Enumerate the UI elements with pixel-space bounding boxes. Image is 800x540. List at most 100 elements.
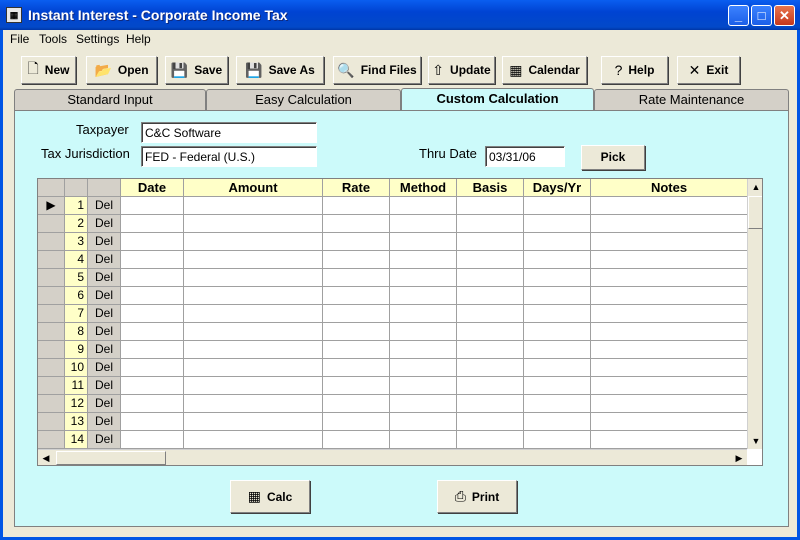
cell-date[interactable] [121, 323, 184, 341]
cell-notes[interactable] [591, 251, 748, 269]
cell-days-yr[interactable] [524, 287, 591, 305]
vertical-scrollbar[interactable]: ▲ ▼ [747, 179, 762, 449]
cell-days-yr[interactable] [524, 431, 591, 449]
cell-method[interactable] [390, 251, 457, 269]
column-header-basis[interactable]: Basis [457, 179, 524, 197]
cell-rate[interactable] [323, 341, 390, 359]
cell-amount[interactable] [184, 341, 323, 359]
cell-basis[interactable] [457, 197, 524, 215]
cell-days-yr[interactable] [524, 305, 591, 323]
cell-date[interactable] [121, 197, 184, 215]
cell-days-yr[interactable] [524, 251, 591, 269]
delete-row-button[interactable]: Del [88, 413, 121, 431]
table-row[interactable]: 6 Del [38, 287, 748, 305]
cell-amount[interactable] [184, 197, 323, 215]
cell-method[interactable] [390, 413, 457, 431]
scroll-left-icon[interactable]: ◀ [38, 450, 54, 465]
exit-button[interactable]: ✕ Exit [677, 56, 740, 84]
cell-amount[interactable] [184, 323, 323, 341]
row-selector[interactable] [38, 395, 65, 413]
table-row[interactable]: 5 Del [38, 269, 748, 287]
row-selector[interactable] [38, 377, 65, 395]
cell-amount[interactable] [184, 287, 323, 305]
update-button[interactable]: ⇧ Update [428, 56, 495, 84]
tax-jurisdiction-field[interactable]: FED - Federal (U.S.) [141, 146, 317, 167]
column-header-notes[interactable]: Notes [591, 179, 748, 197]
cell-method[interactable] [390, 323, 457, 341]
save-button[interactable]: 💾 Save [165, 56, 228, 84]
cell-rate[interactable] [323, 251, 390, 269]
tab-rate-maintenance[interactable]: Rate Maintenance [594, 89, 789, 111]
menu-help[interactable]: Help [126, 32, 151, 46]
cell-notes[interactable] [591, 269, 748, 287]
cell-date[interactable] [121, 413, 184, 431]
cell-date[interactable] [121, 305, 184, 323]
delete-row-button[interactable]: Del [88, 395, 121, 413]
table-row[interactable]: 8 Del [38, 323, 748, 341]
table-row[interactable]: 7 Del [38, 305, 748, 323]
calc-button[interactable]: ▦ Calc [230, 480, 310, 513]
cell-basis[interactable] [457, 323, 524, 341]
cell-basis[interactable] [457, 269, 524, 287]
cell-date[interactable] [121, 251, 184, 269]
cell-days-yr[interactable] [524, 359, 591, 377]
menu-file[interactable]: File [10, 32, 29, 46]
cell-rate[interactable] [323, 359, 390, 377]
thru-date-field[interactable]: 03/31/06 [485, 146, 565, 167]
cell-basis[interactable] [457, 251, 524, 269]
cell-date[interactable] [121, 215, 184, 233]
delete-row-button[interactable]: Del [88, 215, 121, 233]
scroll-right-icon[interactable]: ▶ [731, 450, 747, 465]
new-button[interactable]: 🗋 New [21, 56, 76, 84]
cell-notes[interactable] [591, 305, 748, 323]
cell-amount[interactable] [184, 215, 323, 233]
row-selector[interactable] [38, 251, 65, 269]
cell-rate[interactable] [323, 305, 390, 323]
delete-row-button[interactable]: Del [88, 377, 121, 395]
print-button[interactable]: ⎙ Print [437, 480, 517, 513]
cell-notes[interactable] [591, 395, 748, 413]
find-files-button[interactable]: 🔍 Find Files [333, 56, 421, 84]
close-button[interactable]: ✕ [774, 5, 795, 26]
help-button[interactable]: ? Help [601, 56, 668, 84]
taxpayer-field[interactable]: C&C Software [141, 122, 317, 143]
cell-basis[interactable] [457, 395, 524, 413]
table-row[interactable]: 10 Del [38, 359, 748, 377]
cell-date[interactable] [121, 269, 184, 287]
cell-basis[interactable] [457, 305, 524, 323]
table-row[interactable]: 2 Del [38, 215, 748, 233]
cell-date[interactable] [121, 395, 184, 413]
cell-basis[interactable] [457, 413, 524, 431]
cell-rate[interactable] [323, 377, 390, 395]
cell-amount[interactable] [184, 251, 323, 269]
column-header-amount[interactable]: Amount [184, 179, 323, 197]
cell-amount[interactable] [184, 431, 323, 449]
cell-notes[interactable] [591, 287, 748, 305]
cell-date[interactable] [121, 341, 184, 359]
menu-settings[interactable]: Settings [76, 32, 119, 46]
cell-method[interactable] [390, 341, 457, 359]
cell-method[interactable] [390, 233, 457, 251]
cell-days-yr[interactable] [524, 377, 591, 395]
cell-method[interactable] [390, 287, 457, 305]
delete-row-button[interactable]: Del [88, 341, 121, 359]
tab-standard-input[interactable]: Standard Input [14, 89, 206, 111]
cell-amount[interactable] [184, 413, 323, 431]
cell-amount[interactable] [184, 269, 323, 287]
row-selector[interactable] [38, 341, 65, 359]
cell-days-yr[interactable] [524, 197, 591, 215]
cell-method[interactable] [390, 359, 457, 377]
row-selector[interactable] [38, 323, 65, 341]
cell-rate[interactable] [323, 431, 390, 449]
cell-date[interactable] [121, 359, 184, 377]
row-selector[interactable] [38, 269, 65, 287]
row-selector[interactable] [38, 287, 65, 305]
cell-rate[interactable] [323, 287, 390, 305]
vertical-scroll-thumb[interactable] [748, 196, 762, 229]
cell-method[interactable] [390, 431, 457, 449]
row-selector[interactable] [38, 305, 65, 323]
table-row[interactable]: 14 Del [38, 431, 748, 449]
cell-amount[interactable] [184, 305, 323, 323]
column-header-rate[interactable]: Rate [323, 179, 390, 197]
cell-notes[interactable] [591, 215, 748, 233]
